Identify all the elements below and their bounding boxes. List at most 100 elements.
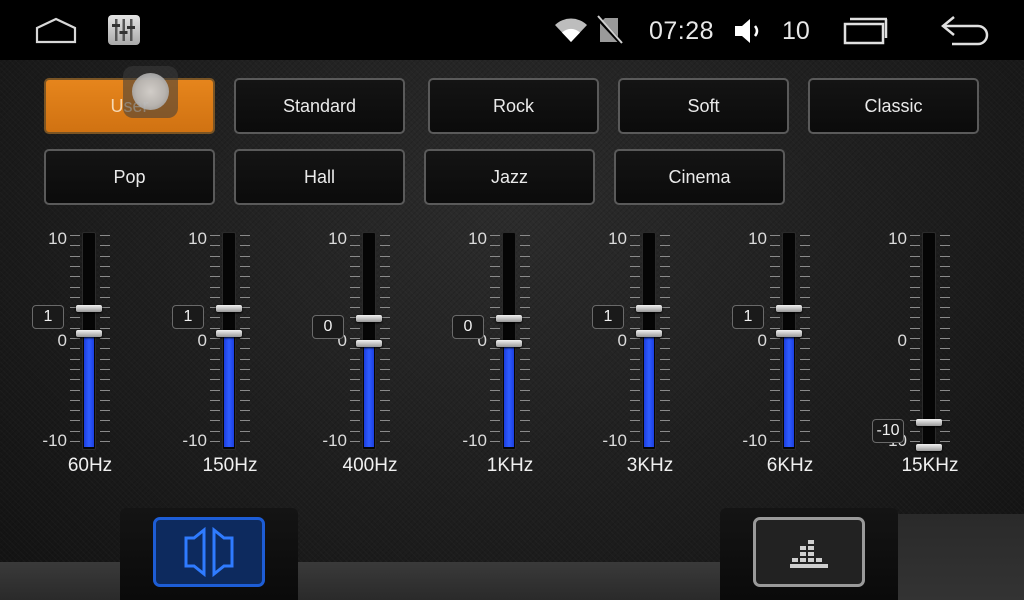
preset-jazz-button[interactable]: Jazz — [424, 149, 595, 205]
eq-slider-handle[interactable] — [916, 444, 942, 451]
status-bar: 07:28 10 — [0, 0, 1024, 60]
clock: 07:28 — [649, 17, 715, 45]
scale-tick-label: 10 — [748, 229, 767, 248]
eq-slider-fill — [224, 330, 234, 447]
eq-slider-track[interactable] — [642, 232, 656, 450]
eq-value-badge: 1 — [32, 304, 64, 329]
eq-slider-handle[interactable] — [356, 315, 382, 322]
scale-ticks — [490, 235, 500, 442]
eq-value-badge: 1 — [592, 304, 624, 329]
eq-slider-handle[interactable] — [496, 315, 522, 322]
eq-value-badge: 1 — [732, 304, 764, 329]
scale-ticks — [520, 235, 530, 442]
eq-slider-fill — [84, 330, 94, 447]
eq-value-badge: 0 — [452, 315, 484, 339]
scale-ticks — [380, 235, 390, 442]
home-icon[interactable] — [34, 16, 78, 46]
eq-slider-track[interactable] — [782, 232, 796, 450]
eq-slider-handle[interactable] — [496, 340, 522, 347]
speaker-balance-icon — [184, 526, 234, 578]
scale-tick-label: -10 — [462, 431, 487, 450]
eq-slider-handle[interactable] — [636, 329, 662, 337]
scale-ticks — [70, 235, 80, 442]
scale-tick-label: 0 — [757, 331, 767, 350]
recent-apps-icon[interactable] — [842, 16, 890, 46]
preset-rock-button[interactable]: Rock — [428, 78, 599, 134]
eq-band: 10 0 -10 0 1KHz — [450, 225, 590, 480]
eq-value-badge: -10 — [872, 419, 904, 443]
preset-standard-button[interactable]: Standard — [234, 78, 405, 134]
scale-tick-label: 0 — [617, 331, 627, 350]
eq-slider-handle[interactable] — [636, 304, 662, 312]
scale-tick-label: 10 — [608, 229, 627, 248]
eq-slider-handle[interactable] — [776, 304, 802, 312]
eq-band: 10 0 -10 1 150Hz — [170, 225, 310, 480]
eq-slider-track[interactable] — [922, 232, 936, 450]
eq-frequency-label: 6KHz — [766, 455, 814, 476]
scale-tick-label: 10 — [328, 229, 347, 248]
scale-tick-label: -10 — [322, 431, 347, 450]
eq-band: 10 0 -10 1 60Hz — [30, 225, 170, 480]
volume-icon[interactable] — [733, 17, 765, 45]
eq-slider-handle[interactable] — [76, 304, 102, 312]
scale-ticks — [210, 235, 220, 442]
scale-tick-label: 10 — [888, 229, 907, 248]
eq-slider-track[interactable] — [222, 232, 236, 450]
preset-hall-button[interactable]: Hall — [234, 149, 405, 205]
eq-frequency-label: 3KHz — [626, 455, 674, 476]
scale-tick-label: -10 — [42, 431, 67, 450]
eq-slider-fill — [504, 341, 514, 447]
scale-tick-label: 10 — [48, 229, 67, 248]
eq-frequency-label: 400Hz — [342, 455, 398, 476]
eq-value-badge: 1 — [172, 304, 204, 329]
eq-frequency-label: 15KHz — [901, 455, 959, 476]
scale-tick-label: 0 — [897, 331, 907, 350]
eq-slider-handle[interactable] — [916, 419, 942, 426]
eq-slider-handle[interactable] — [76, 329, 102, 337]
back-icon[interactable] — [940, 14, 992, 46]
eq-slider-track[interactable] — [82, 232, 96, 450]
scale-ticks — [660, 235, 670, 442]
wifi-icon — [553, 16, 589, 44]
eq-value-badge: 0 — [312, 315, 344, 339]
scale-tick-label: 0 — [57, 331, 67, 350]
scale-ticks — [630, 235, 640, 442]
scale-ticks — [910, 235, 920, 442]
graphic-eq-button[interactable] — [753, 517, 865, 587]
equalizer-app-icon[interactable] — [108, 15, 140, 45]
eq-slider-handle[interactable] — [216, 329, 242, 337]
scale-ticks — [350, 235, 360, 442]
eq-band: 10 0 -10 1 3KHz — [590, 225, 730, 480]
scale-tick-label: 10 — [468, 229, 487, 248]
eq-slider-handle[interactable] — [356, 340, 382, 347]
eq-slider-handle[interactable] — [216, 304, 242, 312]
scale-ticks — [770, 235, 780, 442]
eq-frequency-label: 1KHz — [486, 455, 534, 476]
graphic-eq-icon — [790, 540, 828, 568]
scale-ticks — [940, 235, 950, 442]
speaker-balance-button[interactable] — [153, 517, 265, 587]
eq-frequency-label: 150Hz — [202, 455, 258, 476]
eq-slider-fill — [784, 330, 794, 447]
scale-tick-label: -10 — [182, 431, 207, 450]
scale-tick-label: 10 — [188, 229, 207, 248]
eq-slider-fill — [644, 330, 654, 447]
scale-tick-label: -10 — [742, 431, 767, 450]
scale-ticks — [100, 235, 110, 442]
eq-slider-handle[interactable] — [776, 329, 802, 337]
eq-slider-fill — [364, 341, 374, 447]
scale-tick-label: 0 — [197, 331, 207, 350]
touch-indicator — [123, 66, 178, 118]
preset-pop-button[interactable]: Pop — [44, 149, 215, 205]
preset-classic-button[interactable]: Classic — [808, 78, 979, 134]
eq-frequency-label: 60Hz — [67, 455, 113, 476]
eq-band: 10 0 -10 0 400Hz — [310, 225, 450, 480]
scale-tick-label: -10 — [602, 431, 627, 450]
no-sim-icon — [595, 15, 624, 46]
bottom-bar-right — [898, 514, 1024, 600]
eq-band: 10 0 -10 1 6KHz — [730, 225, 870, 480]
volume-value: 10 — [782, 17, 810, 45]
preset-cinema-button[interactable]: Cinema — [614, 149, 785, 205]
preset-soft-button[interactable]: Soft — [618, 78, 789, 134]
scale-ticks — [800, 235, 810, 442]
